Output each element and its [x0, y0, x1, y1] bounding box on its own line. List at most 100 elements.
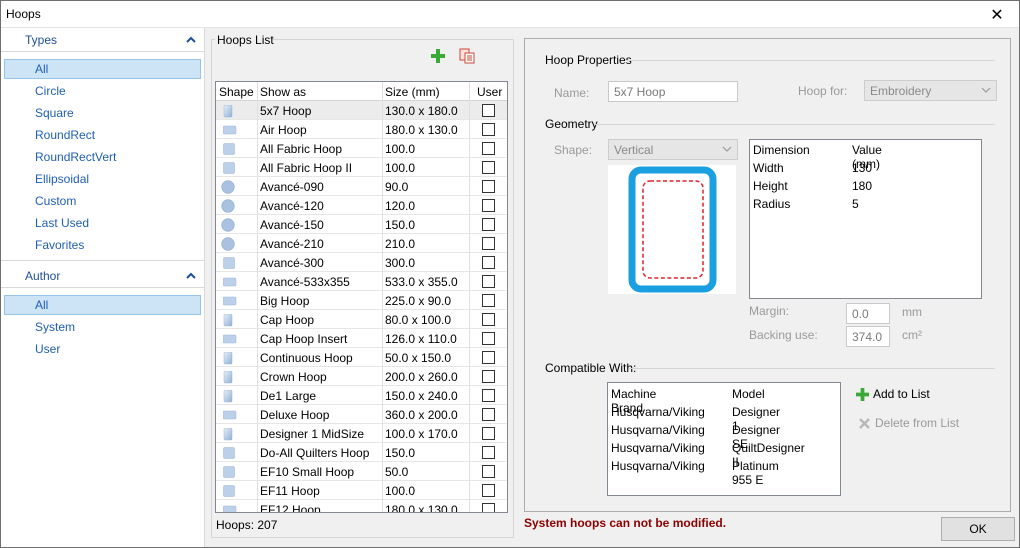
- table-row[interactable]: 5x7 Hoop 130.0 x 180.0: [216, 101, 507, 120]
- user-checkbox[interactable]: [482, 294, 495, 307]
- hoop-size: 150.0: [383, 215, 470, 234]
- user-checkbox[interactable]: [482, 427, 495, 440]
- name-field[interactable]: 5x7 Hoop: [608, 81, 738, 102]
- hoop-shape-icon: [216, 481, 258, 500]
- table-row[interactable]: Big Hoop 225.0 x 90.0: [216, 291, 507, 310]
- table-row[interactable]: Crown Hoop 200.0 x 260.0: [216, 367, 507, 386]
- chevron-up-icon[interactable]: [185, 34, 197, 46]
- user-checkbox[interactable]: [482, 408, 495, 421]
- author-item-all[interactable]: All: [4, 295, 201, 315]
- column-header-show-as[interactable]: Show as: [258, 82, 383, 101]
- hoop-size: 90.0: [383, 177, 470, 196]
- table-row[interactable]: Avancé-210 210.0: [216, 234, 507, 253]
- type-item-square[interactable]: Square: [4, 103, 201, 123]
- user-checkbox[interactable]: [482, 142, 495, 155]
- user-cell: [470, 443, 507, 462]
- hoop-size: 100.0: [383, 158, 470, 177]
- user-checkbox[interactable]: [482, 503, 495, 512]
- type-item-custom[interactable]: Custom: [4, 191, 201, 211]
- hoop-shape-icon: [216, 386, 258, 405]
- hoop-name: Cap Hoop: [258, 310, 383, 329]
- hoop-name: Cap Hoop Insert: [258, 329, 383, 348]
- author-section-header[interactable]: Author: [1, 265, 205, 287]
- table-row[interactable]: Designer 1 MidSize 100.0 x 170.0: [216, 424, 507, 443]
- user-checkbox[interactable]: [482, 123, 495, 136]
- table-row[interactable]: Avancé-300 300.0: [216, 253, 507, 272]
- user-checkbox[interactable]: [482, 161, 495, 174]
- shape-select[interactable]: Vertical: [608, 139, 738, 160]
- hoop-shape-icon: [216, 158, 258, 177]
- user-checkbox[interactable]: [482, 237, 495, 250]
- types-section-header[interactable]: Types: [1, 29, 205, 51]
- table-row[interactable]: EF11 Hoop 100.0: [216, 481, 507, 500]
- table-row[interactable]: Continuous Hoop 50.0 x 150.0: [216, 348, 507, 367]
- user-checkbox[interactable]: [482, 389, 495, 402]
- margin-label: Margin:: [749, 304, 790, 318]
- table-row[interactable]: EF12 Hoop 180.0 x 130.0: [216, 500, 507, 512]
- user-cell: [470, 462, 507, 481]
- compatible-machines-table[interactable]: Machine Brand Model Husqvarna/Viking Des…: [607, 382, 841, 496]
- table-row[interactable]: All Fabric Hoop II 100.0: [216, 158, 507, 177]
- hoop-for-select[interactable]: Embroidery: [864, 80, 997, 101]
- user-checkbox[interactable]: [482, 313, 495, 326]
- hoop-shape-icon: [216, 500, 258, 512]
- user-checkbox[interactable]: [482, 256, 495, 269]
- user-checkbox[interactable]: [482, 199, 495, 212]
- hoop-shape-icon: [216, 234, 258, 253]
- user-checkbox[interactable]: [482, 484, 495, 497]
- hoop-name: Avancé-120: [258, 196, 383, 215]
- column-header-user[interactable]: User: [470, 82, 507, 101]
- type-item-all[interactable]: All: [4, 59, 201, 79]
- user-checkbox[interactable]: [482, 104, 495, 117]
- user-checkbox[interactable]: [482, 351, 495, 364]
- hoop-shape-icon: [216, 329, 258, 348]
- author-item-user[interactable]: User: [4, 339, 201, 359]
- table-row[interactable]: Avancé-150 150.0: [216, 215, 507, 234]
- column-header-size[interactable]: Size (mm): [383, 82, 470, 101]
- table-row[interactable]: Avancé-090 90.0: [216, 177, 507, 196]
- type-item-circle[interactable]: Circle: [4, 81, 201, 101]
- type-item-last-used[interactable]: Last Used: [4, 213, 201, 233]
- table-row[interactable]: EF10 Small Hoop 50.0: [216, 462, 507, 481]
- add-to-list-button[interactable]: Add to List: [856, 387, 930, 401]
- table-row[interactable]: Deluxe Hoop 360.0 x 200.0: [216, 405, 507, 424]
- hoop-size: 126.0 x 110.0: [383, 329, 470, 348]
- compatible-with-title: Compatible With:: [545, 361, 637, 375]
- table-row[interactable]: Cap Hoop Insert 126.0 x 110.0: [216, 329, 507, 348]
- close-icon[interactable]: ✕: [975, 1, 1019, 28]
- table-row[interactable]: Do-All Quilters Hoop 150.0: [216, 443, 507, 462]
- table-row[interactable]: Air Hoop 180.0 x 130.0: [216, 120, 507, 139]
- table-row[interactable]: All Fabric Hoop 100.0: [216, 139, 507, 158]
- table-row[interactable]: Cap Hoop 80.0 x 100.0: [216, 310, 507, 329]
- green-plus-icon[interactable]: [431, 49, 445, 63]
- hoop-shape-icon: [216, 215, 258, 234]
- user-checkbox[interactable]: [482, 465, 495, 478]
- table-row[interactable]: Avancé-533x355 533.0 x 355.0: [216, 272, 507, 291]
- backing-use-field[interactable]: 374.0: [846, 326, 890, 347]
- table-row[interactable]: Avancé-120 120.0: [216, 196, 507, 215]
- ok-button[interactable]: OK: [941, 517, 1015, 541]
- author-item-system[interactable]: System: [4, 317, 201, 337]
- type-item-favorites[interactable]: Favorites: [4, 235, 201, 255]
- hoop-properties-title: Hoop Properties: [545, 53, 632, 67]
- table-row[interactable]: De1 Large 150.0 x 240.0: [216, 386, 507, 405]
- margin-field[interactable]: 0.0: [846, 303, 890, 324]
- delete-from-list-button[interactable]: Delete from List: [858, 416, 959, 430]
- user-checkbox[interactable]: [482, 446, 495, 459]
- user-checkbox[interactable]: [482, 275, 495, 288]
- type-item-roundrect[interactable]: RoundRect: [4, 125, 201, 145]
- type-item-ellipsoidal[interactable]: Ellipsoidal: [4, 169, 201, 189]
- author-item-label: System: [35, 320, 76, 334]
- hoops-table[interactable]: Shape Show as Size (mm) User 5x7 Hoop 130…: [215, 81, 508, 513]
- hoop-shape-icon: [216, 462, 258, 481]
- user-checkbox[interactable]: [482, 218, 495, 231]
- user-checkbox[interactable]: [482, 180, 495, 193]
- user-checkbox[interactable]: [482, 370, 495, 383]
- chevron-up-icon[interactable]: [185, 270, 197, 282]
- user-checkbox[interactable]: [482, 332, 495, 345]
- dimensions-table[interactable]: Dimension Value (mm) Width 130 Height 18…: [749, 139, 982, 299]
- hoop-shape-icon: [216, 405, 258, 424]
- column-header-shape[interactable]: Shape: [216, 82, 258, 101]
- type-item-roundrectvert[interactable]: RoundRectVert: [4, 147, 201, 167]
- copy-icon[interactable]: [459, 48, 475, 64]
